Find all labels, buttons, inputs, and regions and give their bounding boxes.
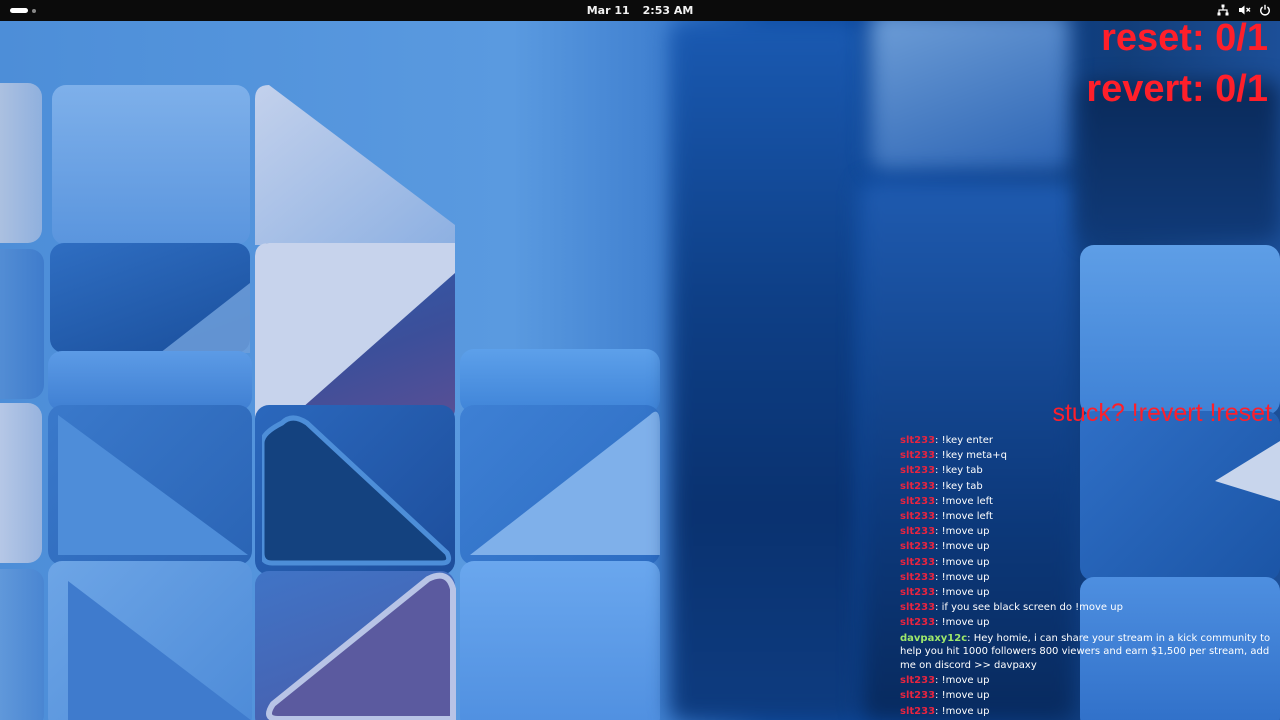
chat-username: slt233 (900, 511, 936, 523)
chat-message: slt233: !move up (900, 690, 990, 702)
chat-message: slt233: !move up (900, 675, 990, 687)
clock-button[interactable]: Mar 11 2:53 AM (0, 0, 1280, 21)
chat-message: slt233: !move left (900, 511, 993, 523)
chat-username: slt233 (900, 480, 936, 492)
wallpaper-block (0, 249, 44, 399)
chat-text: !move up (941, 675, 990, 687)
chat-username: slt233 (900, 526, 936, 538)
workspace-indicator-active (10, 8, 28, 13)
clock-date: Mar 11 (586, 4, 630, 17)
chat-message: slt233: !move up (900, 587, 990, 599)
revert-counter: revert: 0/1 (1086, 68, 1268, 110)
chat-message: slt233: !move up (900, 571, 990, 583)
wallpaper-block (870, 21, 1070, 171)
chat-text: !key tab (941, 465, 983, 477)
chat-username: slt233 (900, 435, 936, 446)
volume-muted-icon[interactable] (1237, 3, 1251, 17)
chat-overlay: slt233: !key enter slt233: !key meta+q slt… (900, 433, 1272, 719)
chat-username: slt233 (900, 571, 936, 583)
chat-text: !move up (941, 571, 990, 583)
wallpaper-block (0, 403, 42, 563)
chat-message: slt233: if you see black screen do !move… (900, 602, 1123, 614)
chat-username: slt233 (900, 541, 936, 553)
chat-username: slt233 (900, 602, 936, 614)
chat-text: !move up (941, 617, 990, 629)
chat-username: slt233 (900, 705, 936, 717)
chat-message: davpaxy12c: Hey homie, i can share your … (900, 632, 1271, 671)
chat-username: davpaxy12c (900, 632, 968, 644)
chat-message: slt233: !key meta+q (900, 450, 1007, 462)
chat-message: slt233: !move up (900, 617, 990, 629)
wallpaper-block (48, 351, 252, 411)
wallpaper-block (460, 561, 660, 720)
chat-text: !move up (941, 556, 990, 568)
chat-text: !key meta+q (941, 450, 1007, 462)
chat-text: !move up (941, 705, 990, 717)
power-icon[interactable] (1258, 3, 1272, 17)
chat-username: slt233 (900, 675, 936, 687)
chat-message: slt233: !key tab (900, 465, 983, 477)
chat-message: slt233: !key tab (900, 480, 983, 492)
chat-username: slt233 (900, 495, 936, 507)
chat-message: slt233: !key enter (900, 435, 993, 446)
chat-message: slt233: !move up (900, 541, 990, 553)
stuck-hint: stuck? !revert !reset (1052, 399, 1272, 427)
chat-text: !key tab (941, 480, 983, 492)
activities-icon[interactable] (10, 8, 36, 13)
chat-text: !move up (941, 526, 990, 538)
top-bar: Mar 11 2:53 AM (0, 0, 1280, 21)
clock-time: 2:53 AM (642, 4, 694, 17)
wallpaper-block (0, 83, 42, 243)
wallpaper-block (0, 569, 44, 720)
chat-username: slt233 (900, 617, 936, 629)
wallpaper-block (460, 349, 660, 413)
wallpaper-block (52, 85, 250, 245)
wallpaper-block (1080, 245, 1280, 415)
chat-text: !key enter (941, 435, 993, 446)
chat-message: slt233: !move left (900, 495, 993, 507)
chat-username: slt233 (900, 465, 936, 477)
chat-text: if you see black screen do !move up (941, 602, 1123, 614)
chat-username: slt233 (900, 690, 936, 702)
chat-username: slt233 (900, 450, 936, 462)
reset-counter: reset: 0/1 (1101, 17, 1268, 59)
chat-username: slt233 (900, 556, 936, 568)
wallpaper-block (670, 21, 860, 720)
chat-text: !move up (941, 541, 990, 553)
chat-text: !move left (941, 495, 993, 507)
chat-message: slt233: !move up (900, 556, 990, 568)
chat-text: !move up (941, 587, 990, 599)
workspace-indicator (32, 8, 36, 13)
chat-username: slt233 (900, 587, 936, 599)
chat-text: !move left (941, 511, 993, 523)
chat-message: slt233: !move up (900, 526, 990, 538)
chat-text: !move up (941, 690, 990, 702)
chat-message: slt233: !move up (900, 705, 990, 717)
network-icon[interactable] (1216, 3, 1230, 17)
system-tray[interactable] (1216, 3, 1272, 17)
